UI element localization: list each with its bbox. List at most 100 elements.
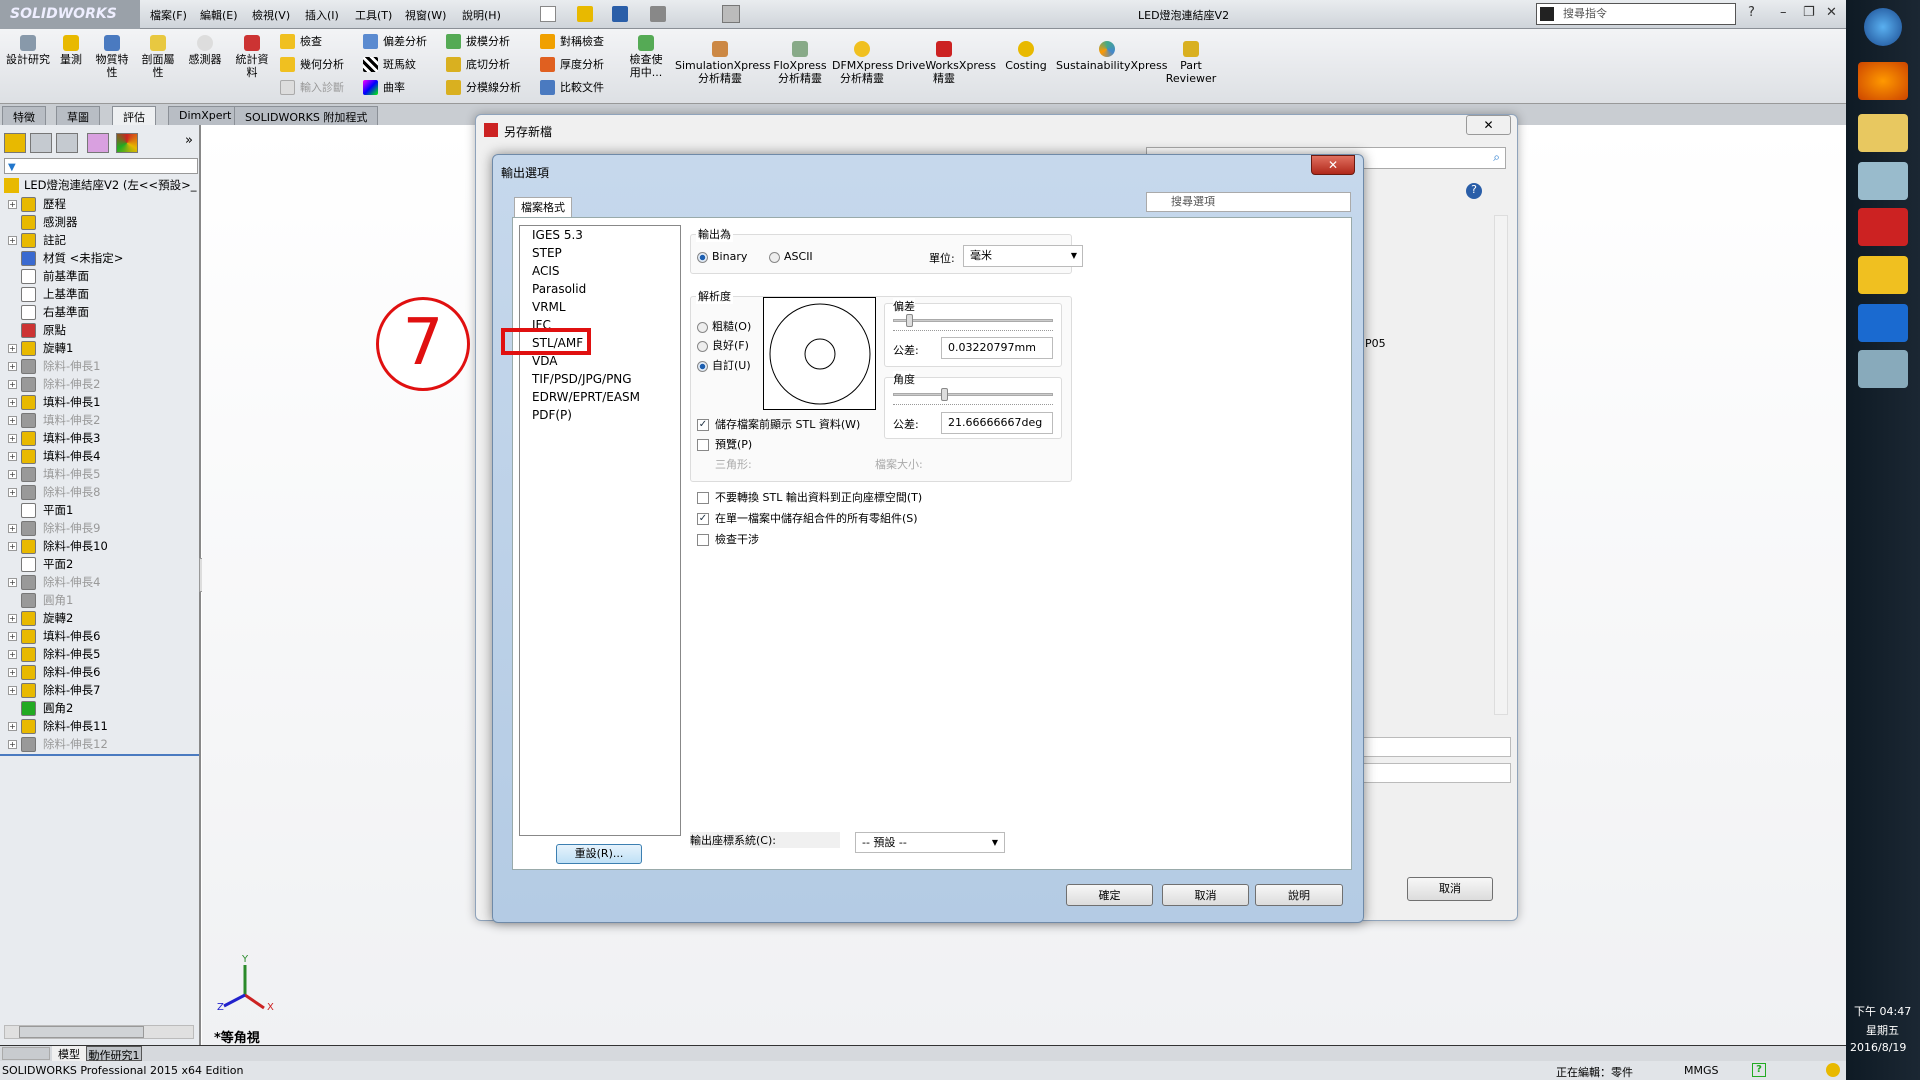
expand-icon[interactable]: +	[8, 451, 17, 461]
warning-taskbar-icon[interactable]	[1858, 256, 1908, 294]
dfmxpress-button[interactable]: DFMXpress 分析精靈	[832, 41, 893, 85]
tab-addins[interactable]: SOLIDWORKS 附加程式	[234, 106, 379, 125]
format-item[interactable]: ACIS	[532, 264, 560, 278]
draft-analysis-button[interactable]: 拔模分析	[446, 33, 510, 49]
tree-item[interactable]: + 填料-伸長2	[8, 411, 100, 429]
radio-custom[interactable]: 自訂(U)	[697, 357, 751, 373]
undercut-analysis-button[interactable]: 底切分析	[446, 56, 510, 72]
radio-binary[interactable]: Binary	[697, 250, 747, 263]
expand-icon[interactable]: +	[8, 541, 17, 551]
tag-icon[interactable]	[1826, 1063, 1840, 1077]
expand-icon[interactable]: +	[8, 649, 17, 659]
save-icon[interactable]	[612, 6, 628, 22]
help-button[interactable]: 說明	[1255, 884, 1343, 906]
tree-item[interactable]: + 除料-伸長1	[8, 357, 100, 375]
check-active-document-button[interactable]: 檢查使用中...	[626, 35, 666, 79]
expand-icon[interactable]: +	[8, 721, 17, 731]
file-name-field[interactable]	[1356, 737, 1511, 757]
close-icon[interactable]: ✕	[1826, 5, 1837, 20]
expand-icon[interactable]: +	[8, 577, 17, 587]
geometry-analysis-button[interactable]: 幾何分析	[280, 56, 344, 72]
menu-edit[interactable]: 編輯(E)	[200, 7, 238, 23]
coord-system-select[interactable]: -- 預設 -- ▼	[855, 832, 1005, 853]
upi-icon[interactable]	[1858, 304, 1908, 342]
tab-model[interactable]: 模型	[52, 1046, 86, 1061]
menu-file[interactable]: 檔案(F)	[150, 7, 187, 23]
angle-slider[interactable]	[893, 393, 1053, 396]
tree-item[interactable]: + 填料-伸長5	[8, 465, 100, 483]
tab-file-format[interactable]: 檔案格式	[514, 197, 572, 218]
tree-item[interactable]: 圓角2	[8, 699, 73, 717]
expand-icon[interactable]: +	[8, 739, 17, 749]
dimxpert-manager-tab[interactable]	[87, 133, 109, 153]
preview-checkbox[interactable]: 預覽(P)	[697, 436, 752, 452]
export-dialog-close-button[interactable]: ✕	[1311, 155, 1355, 175]
calculator-icon[interactable]	[1858, 162, 1908, 200]
zebra-stripes-button[interactable]: 斑馬紋	[363, 56, 416, 72]
check-interference-checkbox[interactable]: 檢查干涉	[697, 531, 759, 547]
expand-icon[interactable]: +	[8, 415, 17, 425]
show-stl-info-checkbox[interactable]: ✓ 儲存檔案前顯示 STL 資料(W)	[697, 416, 860, 432]
sensor-button[interactable]: 感測器	[184, 35, 226, 66]
tab-evaluate[interactable]: 評估	[112, 106, 156, 125]
expand-chevron-icon[interactable]: »	[185, 133, 193, 148]
minimize-icon[interactable]: –	[1780, 5, 1787, 20]
help-icon[interactable]: ?	[1752, 1063, 1766, 1077]
clock-time[interactable]: 下午 04:47	[1854, 1003, 1911, 1019]
tree-item[interactable]: + 歷程	[8, 195, 66, 213]
format-item[interactable]: VDA	[532, 354, 557, 368]
tree-item[interactable]: 原點	[8, 321, 66, 339]
tree-item[interactable]: + 旋轉2	[8, 609, 73, 627]
format-item[interactable]: STEP	[532, 246, 562, 260]
tree-item[interactable]: + 填料-伸長4	[8, 447, 100, 465]
floxpress-button[interactable]: FloXpress 分析精靈	[770, 41, 830, 85]
tree-item[interactable]: 平面1	[8, 501, 73, 519]
tree-item[interactable]: + 除料-伸長7	[8, 681, 100, 699]
firefox-icon[interactable]	[1858, 62, 1908, 100]
deviation-analysis-button[interactable]: 偏差分析	[363, 33, 427, 49]
expand-icon[interactable]: +	[8, 361, 17, 371]
save-dialog-close-button[interactable]: ✕	[1466, 115, 1511, 135]
tree-filter-input[interactable]: ▼	[4, 158, 198, 174]
expand-icon[interactable]: +	[8, 631, 17, 641]
deviation-tolerance-field[interactable]: 0.03220797mm	[941, 337, 1053, 359]
file-list[interactable]	[1356, 195, 1496, 695]
tree-item[interactable]: 前基準面	[8, 267, 89, 285]
part-reviewer-button[interactable]: Part Reviewer	[1162, 41, 1220, 85]
tree-item[interactable]: + 除料-伸長4	[8, 573, 100, 591]
deviation-slider[interactable]	[893, 319, 1053, 322]
expand-icon[interactable]: +	[8, 685, 17, 695]
tree-item[interactable]: + 除料-伸長10	[8, 537, 108, 555]
curvature-button[interactable]: 曲率	[363, 79, 405, 95]
tree-root[interactable]: LED燈泡連結座V2 (左<<預設>_	[4, 177, 197, 193]
ok-button[interactable]: 確定	[1066, 884, 1153, 906]
display-manager-tab[interactable]	[116, 133, 138, 153]
simulationxpress-button[interactable]: SimulationXpress 分析精靈	[675, 41, 771, 85]
help-icon[interactable]: ?	[1748, 5, 1755, 20]
expand-icon[interactable]: +	[8, 397, 17, 407]
menu-tools[interactable]: 工具(T)	[355, 7, 392, 23]
costing-button[interactable]: Costing	[998, 41, 1054, 72]
driveworksxpress-button[interactable]: DriveWorksXpress 精靈	[896, 41, 996, 85]
statistics-button[interactable]: 統計資料	[232, 35, 272, 79]
solidworks-taskbar-icon[interactable]	[1858, 208, 1908, 246]
tree-item[interactable]: + 填料-伸長3	[8, 429, 100, 447]
tree-item[interactable]: 材質 <未指定>	[8, 249, 123, 267]
vertical-scrollbar[interactable]	[1494, 215, 1508, 715]
expand-icon[interactable]: +	[8, 487, 17, 497]
radio-coarse[interactable]: 粗糙(O)	[697, 318, 751, 334]
measure-button[interactable]: 量測	[56, 35, 86, 66]
tab-features[interactable]: 特徵	[2, 106, 46, 125]
expand-icon[interactable]: +	[8, 199, 17, 209]
new-document-icon[interactable]	[540, 6, 556, 22]
check-button[interactable]: 檢查	[280, 33, 322, 49]
search-options-input[interactable]: 搜尋選項	[1146, 192, 1351, 212]
menu-window[interactable]: 視窗(W)	[405, 7, 446, 23]
command-search-input[interactable]: 搜尋指令	[1536, 3, 1736, 25]
property-manager-tab[interactable]	[30, 133, 52, 153]
expand-icon[interactable]: +	[8, 379, 17, 389]
expand-icon[interactable]: +	[8, 613, 17, 623]
deviation-slider-thumb[interactable]	[905, 314, 913, 327]
format-list[interactable]: IGES 5.3 STEP ACIS Parasolid VRML IFC STL/AMF V…	[519, 225, 681, 836]
expand-icon[interactable]: +	[8, 235, 17, 245]
